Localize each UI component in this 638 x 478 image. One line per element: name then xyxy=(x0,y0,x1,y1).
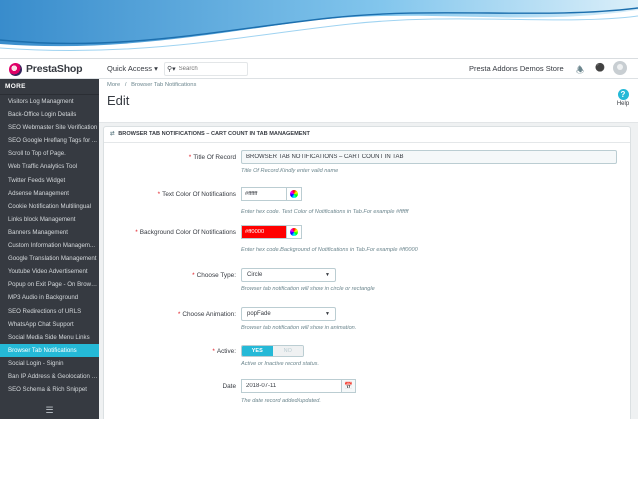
sidebar: MORE Visitors Log Managment Back-Office L… xyxy=(0,79,99,419)
bg-color-help: Enter hex code.Background of Notificatio… xyxy=(241,247,418,253)
quick-access-menu[interactable]: Quick Access ▾ xyxy=(107,64,158,73)
employee-icon[interactable]: ⚫ xyxy=(595,63,605,72)
prestashop-logo-icon xyxy=(9,62,22,76)
sidebar-item[interactable]: Custom Information Managem... xyxy=(0,239,99,252)
chevron-down-icon: ▼ xyxy=(325,311,330,317)
animation-label: * Choose Animation: xyxy=(177,311,236,318)
avatar[interactable] xyxy=(613,61,627,75)
text-color-picker xyxy=(241,187,302,201)
breadcrumb-item[interactable]: More xyxy=(107,82,120,88)
animation-help: Browser tab notification will show in an… xyxy=(241,325,357,331)
sidebar-item[interactable]: MP3 Audio in Background xyxy=(0,291,99,304)
active-no-option[interactable]: NO xyxy=(272,346,303,356)
sidebar-heading: MORE xyxy=(0,79,99,95)
text-color-input[interactable] xyxy=(241,187,287,201)
edit-icon: ⇄ xyxy=(110,131,115,137)
animation-select-value: popFade xyxy=(247,311,271,317)
search-icon[interactable]: ⚲▾ xyxy=(167,65,176,73)
collapse-menu-icon[interactable]: ☰ xyxy=(0,405,99,416)
sidebar-item[interactable]: Scroll to Top of Page. xyxy=(0,147,99,160)
bg-color-label: * Background Color Of Notifications xyxy=(135,229,236,236)
type-label-text: Choose Type: xyxy=(196,272,236,279)
sidebar-item[interactable]: Social Login - Signin xyxy=(0,357,99,370)
text-color-label-text: Text Color Of Notifications xyxy=(162,191,236,198)
bg-color-input[interactable] xyxy=(241,225,287,239)
page-title: Edit xyxy=(107,93,130,108)
animation-label-text: Choose Animation: xyxy=(182,311,236,318)
search-box: ⚲▾ xyxy=(164,62,248,76)
active-label: * Active: xyxy=(212,348,236,355)
sidebar-item[interactable]: Twitter Feeds Widget xyxy=(0,174,99,187)
title-label-text: Title Of Record xyxy=(193,154,236,161)
top-bar: PrestaShop Quick Access ▾ ⚲▾ Presta Addo… xyxy=(0,59,638,79)
title-help: Title Of Record.Kindly enter valid name xyxy=(241,168,339,174)
breadcrumb: More / Browser Tab Notifications xyxy=(107,82,199,88)
sidebar-item[interactable]: Ban IP Address & Geolocation R... xyxy=(0,370,99,383)
sidebar-item[interactable]: Social Media Side Menu Links xyxy=(0,331,99,344)
text-color-label: * Text Color Of Notifications xyxy=(157,191,236,198)
sidebar-item[interactable]: SEO Webmaster Site Verification xyxy=(0,121,99,134)
panel-heading: ⇄ BROWSER TAB NOTIFICATIONS – CART COUNT… xyxy=(104,127,630,143)
sidebar-item[interactable]: Popup on Exit Page - On Brows... xyxy=(0,278,99,291)
active-help: Active or Inactive record status. xyxy=(241,361,320,367)
date-help: The date record added/updated. xyxy=(241,398,321,404)
calendar-icon[interactable]: 📅 xyxy=(342,379,356,393)
store-name-link[interactable]: Presta Addons Demos Store xyxy=(469,64,564,73)
bg-color-wheel-button[interactable] xyxy=(287,225,302,239)
type-label: * Choose Type: xyxy=(192,272,236,279)
sidebar-item[interactable]: Adsense Management xyxy=(0,187,99,200)
sidebar-item[interactable]: WhatsApp Chat Support xyxy=(0,318,99,331)
sidebar-item[interactable]: SEO Schema & Rich Snippet xyxy=(0,383,99,396)
sidebar-item[interactable]: Cookie Notification Multilingual xyxy=(0,200,99,213)
date-label: Date xyxy=(222,383,237,390)
color-wheel-icon xyxy=(290,228,298,236)
date-picker: 📅 xyxy=(241,379,356,393)
title-label: * Title Of Record xyxy=(188,154,236,161)
type-help: Browser tab notification will show in ci… xyxy=(241,286,375,292)
sidebar-item[interactable]: SEO Google Hreflang Tags for ... xyxy=(0,134,99,147)
sidebar-item[interactable]: Visitors Log Managment xyxy=(0,95,99,108)
panel-heading-text: BROWSER TAB NOTIFICATIONS – CART COUNT I… xyxy=(118,131,310,137)
color-wheel-icon xyxy=(290,190,298,198)
active-switch: YES NO xyxy=(241,345,304,357)
notifications-bell-icon[interactable]: 🕭 xyxy=(576,63,584,79)
active-yes-option[interactable]: YES xyxy=(242,346,273,356)
search-input[interactable] xyxy=(178,66,235,72)
bg-color-label-text: Background Color Of Notifications xyxy=(139,229,236,236)
sidebar-item[interactable]: Links block Management xyxy=(0,213,99,226)
sidebar-item[interactable]: Back-Office Login Details xyxy=(0,108,99,121)
type-select-value: Circle xyxy=(247,272,263,278)
prestashop-logo[interactable]: PrestaShop xyxy=(9,62,83,76)
breadcrumb-separator: / xyxy=(124,82,127,88)
prestashop-admin: PrestaShop Quick Access ▾ ⚲▾ Presta Addo… xyxy=(0,58,638,419)
date-input[interactable] xyxy=(241,379,342,393)
chevron-down-icon: ▼ xyxy=(325,272,330,278)
animation-select[interactable]: popFade ▼ xyxy=(241,307,336,321)
wave-decoration xyxy=(0,0,638,58)
help-label: Help xyxy=(616,101,630,107)
type-select[interactable]: Circle ▼ xyxy=(241,268,336,282)
sidebar-item[interactable]: SEO Redirections of URLS xyxy=(0,305,99,318)
text-color-wheel-button[interactable] xyxy=(287,187,302,201)
logo-text: PrestaShop xyxy=(26,63,83,75)
edit-form-panel: ⇄ BROWSER TAB NOTIFICATIONS – CART COUNT… xyxy=(103,126,631,419)
breadcrumb-item[interactable]: Browser Tab Notifications xyxy=(131,82,196,88)
sidebar-item[interactable]: Youtube Video Advertisement xyxy=(0,265,99,278)
active-label-text: Active: xyxy=(216,348,236,355)
main-content: More / Browser Tab Notifications Edit ? … xyxy=(99,79,638,419)
text-color-help: Enter hex code. Text Color of Notificati… xyxy=(241,209,409,215)
sidebar-item[interactable]: Banners Management xyxy=(0,226,99,239)
sidebar-item[interactable]: Web Traffic Analytics Tool xyxy=(0,160,99,173)
page-header: More / Browser Tab Notifications Edit ? … xyxy=(99,79,638,123)
help-button[interactable]: ? Help xyxy=(612,89,634,107)
sidebar-menu: Visitors Log Managment Back-Office Login … xyxy=(0,95,99,396)
title-input[interactable] xyxy=(241,150,617,164)
help-icon: ? xyxy=(617,89,629,100)
sidebar-item[interactable]: Google Translation Management xyxy=(0,252,99,265)
bg-color-picker xyxy=(241,225,302,239)
sidebar-item[interactable]: Browser Tab Notifications xyxy=(0,343,99,357)
slide-frame: PrestaShop Quick Access ▾ ⚲▾ Presta Addo… xyxy=(0,0,638,478)
